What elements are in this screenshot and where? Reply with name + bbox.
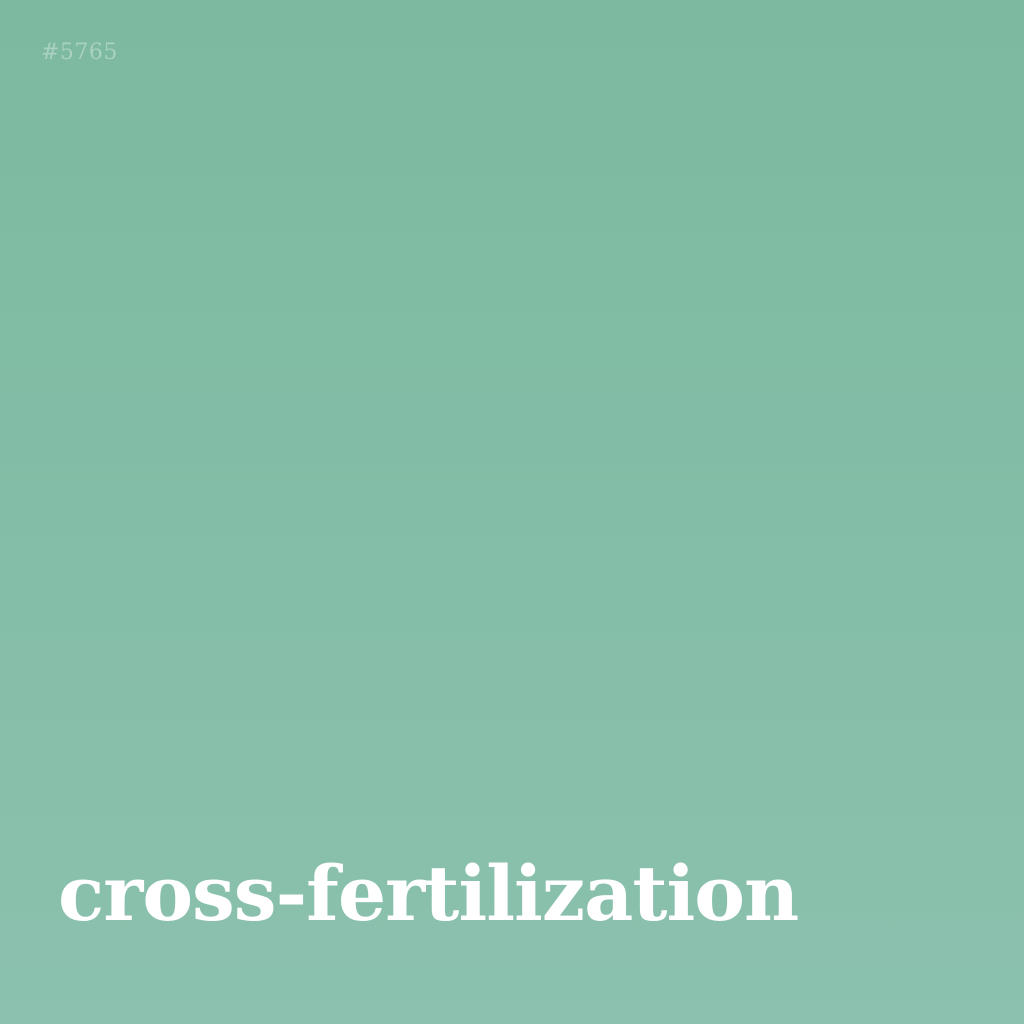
word-card: #5765 cross-fertilization [0, 0, 1024, 1024]
card-id-label: #5765 [41, 40, 118, 65]
card-word-title: cross-fertilization [58, 849, 799, 938]
